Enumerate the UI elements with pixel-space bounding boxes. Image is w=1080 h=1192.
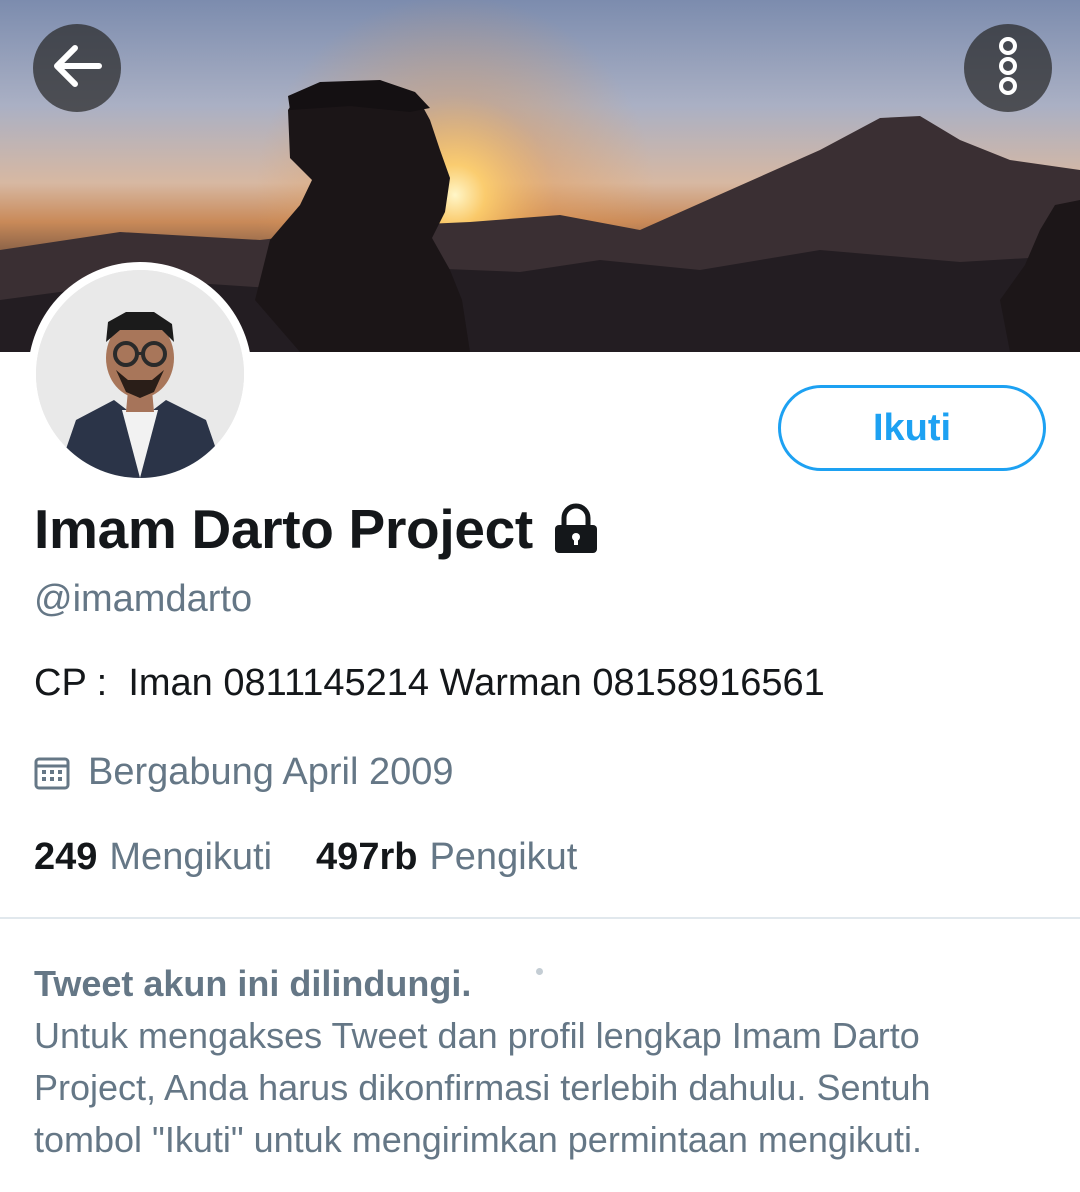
joined-row: Bergabung April 2009 [34,751,454,794]
more-options-button[interactable] [964,24,1052,112]
followers-stat[interactable]: 497rb Pengikut [316,836,577,879]
back-button[interactable] [33,24,121,112]
protected-description: Untuk mengakses Tweet dan profil lengkap… [34,1015,931,1160]
follow-button[interactable]: Ikuti [778,385,1046,471]
protected-title: Tweet akun ini dilindungi. [34,963,472,1004]
following-label: Mengikuti [109,836,273,878]
avatar-photo [36,270,244,478]
avatar[interactable] [28,262,252,486]
arrow-left-icon [51,44,103,93]
handle: @imamdarto [34,578,253,620]
vertical-dots-icon [996,36,1020,101]
lock-icon [551,503,601,555]
name-row: Imam Darto Project [34,497,601,561]
followers-label: Pengikut [429,836,578,878]
bio: CP : Iman 0811145214 Warman 08158916561 [34,662,825,704]
protected-notice: Tweet akun ini dilindungi. Untuk mengaks… [34,960,1044,1166]
stats-row: 249 Mengikuti 497rb Pengikut [34,836,577,879]
following-stat[interactable]: 249 Mengikuti [34,836,272,879]
followers-count: 497rb [316,836,418,878]
divider [0,917,1080,919]
calendar-icon [34,755,70,791]
following-count: 249 [34,836,98,878]
joined-date: Bergabung April 2009 [88,751,454,793]
display-name: Imam Darto Project [34,498,533,560]
